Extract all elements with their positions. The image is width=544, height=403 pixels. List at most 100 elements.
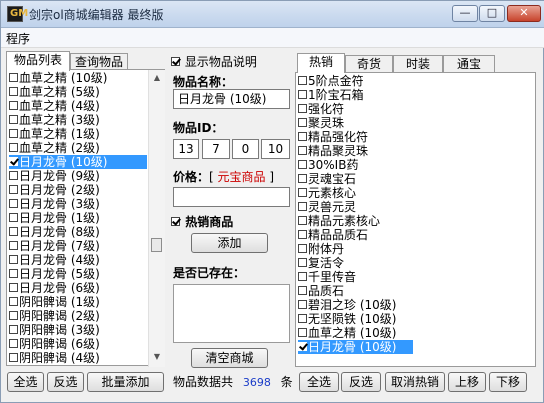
left-list-item[interactable]: 血草之精 (5级) bbox=[9, 85, 100, 99]
left-item-checkbox[interactable] bbox=[9, 115, 18, 124]
right-item-checkbox[interactable] bbox=[298, 202, 307, 211]
left-list-item[interactable]: 日月龙骨 (7级) bbox=[9, 239, 100, 253]
left-item-checkbox[interactable] bbox=[9, 73, 18, 82]
minimize-button[interactable]: — bbox=[452, 5, 478, 22]
left-list-item[interactable]: 日月龙骨 (9级) bbox=[9, 169, 100, 183]
left-item-checkbox[interactable] bbox=[9, 171, 18, 180]
right-item-checkbox[interactable] bbox=[298, 258, 307, 267]
right-item-checkbox[interactable] bbox=[298, 286, 307, 295]
hot-item-checkbox[interactable]: 热销商品 bbox=[171, 213, 233, 230]
left-item-checkbox[interactable] bbox=[9, 255, 18, 264]
price-field[interactable] bbox=[173, 187, 290, 207]
right-list-item[interactable]: 元素核心 bbox=[298, 186, 356, 200]
left-item-checkbox[interactable] bbox=[9, 325, 18, 334]
tab-hot[interactable]: 热销 bbox=[297, 53, 345, 73]
right-list-item[interactable]: 无坚陨铁 (10级) bbox=[298, 312, 396, 326]
left-list-item[interactable]: 阴阳髀谒 (1级) bbox=[9, 295, 100, 309]
left-item-checkbox[interactable] bbox=[9, 283, 18, 292]
left-item-checkbox[interactable] bbox=[9, 185, 18, 194]
left-item-checkbox[interactable] bbox=[9, 87, 18, 96]
left-list-item[interactable]: 血草之精 (4级) bbox=[9, 99, 100, 113]
tab-item-list[interactable]: 物品列表 bbox=[6, 51, 70, 71]
right-item-checkbox[interactable] bbox=[298, 300, 307, 309]
exists-list[interactable] bbox=[173, 284, 290, 343]
right-item-checkbox[interactable] bbox=[298, 230, 307, 239]
scroll-down-icon[interactable]: ▼ bbox=[149, 349, 165, 365]
right-list-item[interactable]: 碧泪之珍 (10级) bbox=[298, 298, 396, 312]
right-list-item[interactable]: 灵魂宝石 bbox=[298, 172, 356, 186]
left-item-checkbox[interactable] bbox=[9, 227, 18, 236]
item-name-field[interactable]: 日月龙骨 (10级) bbox=[173, 89, 290, 109]
left-list-item[interactable]: 阴阳髀谒 (6级) bbox=[9, 337, 100, 351]
left-list-item[interactable]: 血草之精 (3级) bbox=[9, 113, 100, 127]
left-list-item[interactable]: 日月龙骨 (5级) bbox=[9, 267, 100, 281]
item-list-scrollbar[interactable]: ▲ ▼ bbox=[148, 70, 165, 367]
left-item-checkbox[interactable] bbox=[9, 157, 18, 166]
scrollbar-thumb[interactable] bbox=[151, 238, 162, 252]
right-select-all-button[interactable]: 全选 bbox=[299, 372, 339, 392]
item-id-field-4[interactable]: 10 bbox=[261, 139, 290, 159]
left-list-item[interactable]: 日月龙骨 (8级) bbox=[9, 225, 100, 239]
left-list-item[interactable]: 日月龙骨 (1级) bbox=[9, 211, 100, 225]
right-list-item[interactable]: 千里传音 bbox=[298, 270, 356, 284]
right-item-checkbox[interactable] bbox=[298, 146, 307, 155]
tab-rare[interactable]: 奇货 bbox=[345, 55, 393, 73]
item-id-field-1[interactable]: 13 bbox=[173, 139, 199, 159]
right-item-checkbox[interactable] bbox=[298, 160, 307, 169]
batch-add-button[interactable]: 批量添加 bbox=[87, 372, 164, 392]
show-desc-checkbox-box[interactable] bbox=[171, 57, 180, 66]
item-list[interactable]: 血草之精 (10级) 血草之精 (5级) 血草之精 (4级) 血草之精 (3级) 血草之… bbox=[6, 69, 165, 367]
move-up-button[interactable]: 上移 bbox=[448, 372, 486, 392]
cancel-hot-button[interactable]: 取消热销 bbox=[385, 372, 445, 392]
right-list-item[interactable]: 精品品质石 bbox=[298, 228, 368, 242]
right-item-checkbox[interactable] bbox=[298, 216, 307, 225]
right-item-checkbox[interactable] bbox=[298, 174, 307, 183]
left-item-checkbox[interactable] bbox=[9, 129, 18, 138]
maximize-button[interactable]: □ bbox=[479, 5, 505, 22]
left-list-item[interactable]: 日月龙骨 (6级) bbox=[9, 281, 100, 295]
right-item-checkbox[interactable] bbox=[298, 342, 307, 351]
right-item-checkbox[interactable] bbox=[298, 104, 307, 113]
right-list-item[interactable]: 灵兽元灵 bbox=[298, 200, 356, 214]
right-item-checkbox[interactable] bbox=[298, 132, 307, 141]
right-list-item[interactable]: 日月龙骨 (10级) bbox=[298, 340, 413, 354]
left-list-item[interactable]: 阴阳髀谒 (2级) bbox=[9, 309, 100, 323]
right-list-item[interactable]: 精品元素核心 bbox=[298, 214, 380, 228]
right-list-item[interactable]: 30%IB药 bbox=[298, 158, 358, 172]
right-item-checkbox[interactable] bbox=[298, 76, 307, 85]
left-list-item[interactable]: 阴阳髀谒 (4级) bbox=[9, 351, 100, 365]
right-list-item[interactable]: 血草之精 (10级) bbox=[298, 326, 396, 340]
left-list-item[interactable]: 阴阳髀谒 (3级) bbox=[9, 323, 100, 337]
left-item-checkbox[interactable] bbox=[9, 353, 18, 362]
clear-mall-button[interactable]: 清空商城 bbox=[191, 348, 268, 368]
right-list-item[interactable]: 5阶点金符 bbox=[298, 74, 364, 88]
right-item-checkbox[interactable] bbox=[298, 188, 307, 197]
right-list-item[interactable]: 复活令 bbox=[298, 256, 344, 270]
move-down-button[interactable]: 下移 bbox=[489, 372, 527, 392]
right-item-checkbox[interactable] bbox=[298, 244, 307, 253]
left-item-checkbox[interactable] bbox=[9, 143, 18, 152]
tab-tongbao[interactable]: 通宝 bbox=[443, 55, 495, 73]
right-item-checkbox[interactable] bbox=[298, 272, 307, 281]
scroll-up-icon[interactable]: ▲ bbox=[149, 70, 165, 86]
right-list-item[interactable]: 强化符 bbox=[298, 102, 344, 116]
right-list-item[interactable]: 精品强化符 bbox=[298, 130, 368, 144]
right-item-checkbox[interactable] bbox=[298, 328, 307, 337]
right-list-item[interactable]: 1阶宝石箱 bbox=[298, 88, 364, 102]
item-id-field-3[interactable]: 0 bbox=[232, 139, 259, 159]
left-list-item[interactable]: 血草之精 (10级) bbox=[9, 71, 107, 85]
hot-item-list[interactable]: 5阶点金符 1阶宝石箱 强化符 聚灵珠 精品强化符 精品聚灵珠 30%IB药 灵魂宝石 元素核心… bbox=[295, 72, 536, 367]
left-list-item[interactable]: 血草之精 (2级) bbox=[9, 141, 100, 155]
left-item-checkbox[interactable] bbox=[9, 101, 18, 110]
right-invert-button[interactable]: 反选 bbox=[341, 372, 381, 392]
right-list-item[interactable]: 附体丹 bbox=[298, 242, 344, 256]
left-list-item[interactable]: 日月龙骨 (3级) bbox=[9, 197, 100, 211]
item-id-field-2[interactable]: 7 bbox=[202, 139, 230, 159]
right-list-item[interactable]: 精品聚灵珠 bbox=[298, 144, 368, 158]
left-item-checkbox[interactable] bbox=[9, 269, 18, 278]
close-button[interactable]: ✕ bbox=[507, 5, 541, 22]
hot-item-checkbox-box[interactable] bbox=[171, 217, 180, 226]
tab-fashion[interactable]: 时装 bbox=[393, 55, 443, 73]
right-item-checkbox[interactable] bbox=[298, 314, 307, 323]
left-item-checkbox[interactable] bbox=[9, 241, 18, 250]
